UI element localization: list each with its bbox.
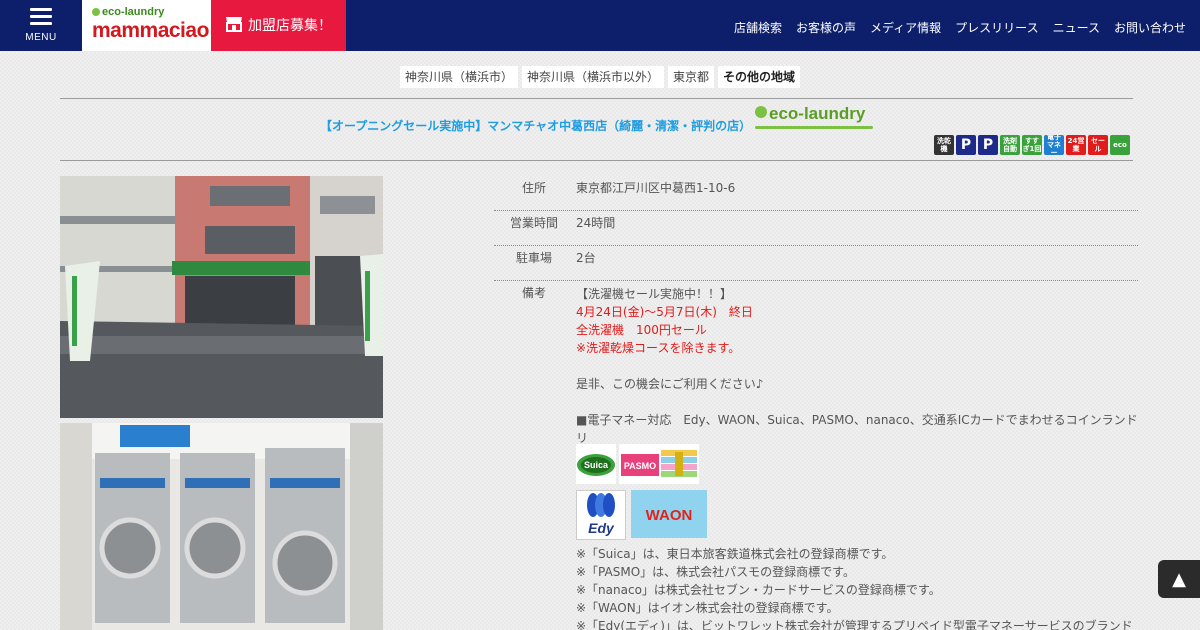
- interior-photo: [60, 423, 383, 630]
- sale-detail: 全洗濯機 100円セール: [576, 323, 707, 337]
- logo-eco-label: eco-laundry: [102, 6, 165, 18]
- site-logo[interactable]: eco-laundry mammaciao: [82, 0, 211, 51]
- suica-logo: Suica: [576, 444, 616, 484]
- sale-icon: セール: [1088, 135, 1108, 155]
- hours-value: 24時間: [576, 216, 616, 230]
- waon-logo: WAON: [631, 490, 707, 538]
- parking-label: 駐車場: [515, 251, 552, 265]
- suica-text: Suica: [584, 460, 609, 470]
- leaf-icon: [755, 106, 767, 118]
- parking-space-icon: P: [978, 135, 998, 155]
- shop-title: 【オープニングセール実施中】マンマチャオ中葛西店（綺麗・清潔・評判の店）: [320, 119, 752, 133]
- menu-button[interactable]: MENU: [0, 0, 82, 51]
- trademark-nanaco: ※「nanaco」は株式会社セブン・カードサービスの登録商標です。: [576, 583, 941, 597]
- nav-customer-voice[interactable]: お客様の声: [796, 19, 856, 35]
- eco-laundry-logo: eco-laundry: [755, 104, 875, 130]
- pasmo-nanaco-logo: PASMO: [619, 444, 699, 484]
- menu-label: MENU: [25, 32, 57, 43]
- logo-brand: mammaciao: [92, 19, 209, 42]
- washer-dryer-icon: 洗乾機: [934, 135, 954, 155]
- divider: [494, 280, 1138, 281]
- trademark-pasmo: ※「PASMO」は、株式会社パスモの登録商標です。: [576, 565, 855, 579]
- trademark-suica: ※「Suica」は、東日本旅客鉄道株式会社の登録商標です。: [576, 547, 894, 561]
- logo-eco-text: eco-laundry: [92, 6, 164, 18]
- nav-press-release[interactable]: プレスリリース: [955, 19, 1038, 35]
- edy-logo: Edy: [576, 490, 626, 540]
- nav-store-search[interactable]: 店舗検索: [734, 19, 782, 35]
- hamburger-icon: [30, 8, 52, 29]
- site-header: MENU eco-laundry mammaciao 加盟店募集！ 店舗検索 お…: [0, 0, 1200, 51]
- invitation-text: 是非、この機会にご利用ください♪: [576, 377, 764, 391]
- divider: [494, 245, 1138, 246]
- eco-icon: eco: [1110, 135, 1130, 155]
- address-label: 住所: [521, 181, 546, 195]
- arrow-up-icon: ▲: [1172, 568, 1186, 590]
- address-value: 東京都江戸川区中葛西1-10-6: [576, 181, 736, 195]
- eco-laundry-text: eco-laundry: [769, 104, 866, 123]
- storefront-photo: [60, 176, 383, 418]
- divider: [60, 98, 1133, 99]
- notes-content: 【洗濯機セール実施中！！】 4月24日(金)〜5月7日(木) 終日 全洗濯機 1…: [576, 285, 1138, 465]
- parking-value: 2台: [576, 251, 596, 265]
- global-nav: 店舗検索 お客様の声 メディア情報 プレスリリース ニュース お問い合わせ: [734, 19, 1200, 35]
- sale-heading: 【洗濯機セール実施中！！】: [576, 287, 733, 301]
- sale-exclusion: ※洗濯乾燥コースを除きます。: [576, 341, 741, 355]
- hours-label: 営業時間: [509, 216, 558, 230]
- region-tabs: 神奈川県（横浜市） 神奈川県（横浜市以外） 東京都 その他の地域: [0, 66, 1200, 88]
- auto-detergent-icon: 洗剤自動: [1000, 135, 1020, 155]
- shop-icon: [226, 17, 242, 32]
- rinse-once-icon: すすぎ1回: [1022, 135, 1042, 155]
- tab-other-regions[interactable]: その他の地域: [718, 66, 801, 88]
- e-money-text: ■電子マネー対応 Edy、WAON、Suica、PASMO、nanaco、交通系…: [576, 413, 1138, 445]
- page-top-button[interactable]: ▲: [1158, 560, 1200, 598]
- parking-icon: P: [956, 135, 976, 155]
- franchise-label: 加盟店募集！: [248, 18, 332, 34]
- leaf-icon: [92, 8, 100, 16]
- tab-tokyo[interactable]: 東京都: [668, 66, 715, 88]
- franchise-button[interactable]: 加盟店募集！: [211, 0, 346, 51]
- divider: [60, 160, 1133, 161]
- edy-text: Edy: [588, 520, 615, 536]
- nav-media[interactable]: メディア情報: [870, 19, 941, 35]
- e-money-icon: 電子マネー: [1044, 135, 1064, 155]
- sale-period: 4月24日(金)〜5月7日(木) 終日: [576, 305, 753, 319]
- 24h-icon: 24営業: [1066, 135, 1086, 155]
- nav-contact[interactable]: お問い合わせ: [1114, 19, 1186, 35]
- divider: [494, 210, 1138, 211]
- trademark-edy: ※「Edy(エディ)」は、ビットワレット株式会社が管理するプリペイド型電子マネー…: [576, 619, 1133, 630]
- logo-underline: [755, 126, 873, 129]
- notes-label: 備考: [521, 286, 546, 300]
- pasmo-text: PASMO: [624, 461, 656, 471]
- trademark-notes: ※「Suica」は、東日本旅客鉄道株式会社の登録商標です。 ※「PASMO」は、…: [576, 545, 1138, 630]
- nav-news[interactable]: ニュース: [1053, 19, 1100, 35]
- tab-kanagawa-yokohama[interactable]: 神奈川県（横浜市）: [399, 66, 518, 88]
- waon-text: WAON: [646, 507, 693, 524]
- tab-kanagawa-other[interactable]: 神奈川県（横浜市以外）: [521, 66, 664, 88]
- service-icons: 洗乾機 P P 洗剤自動 すすぎ1回 電子マネー 24営業 セール eco: [934, 135, 1132, 155]
- trademark-waon: ※「WAON」はイオン株式会社の登録商標です。: [576, 601, 839, 615]
